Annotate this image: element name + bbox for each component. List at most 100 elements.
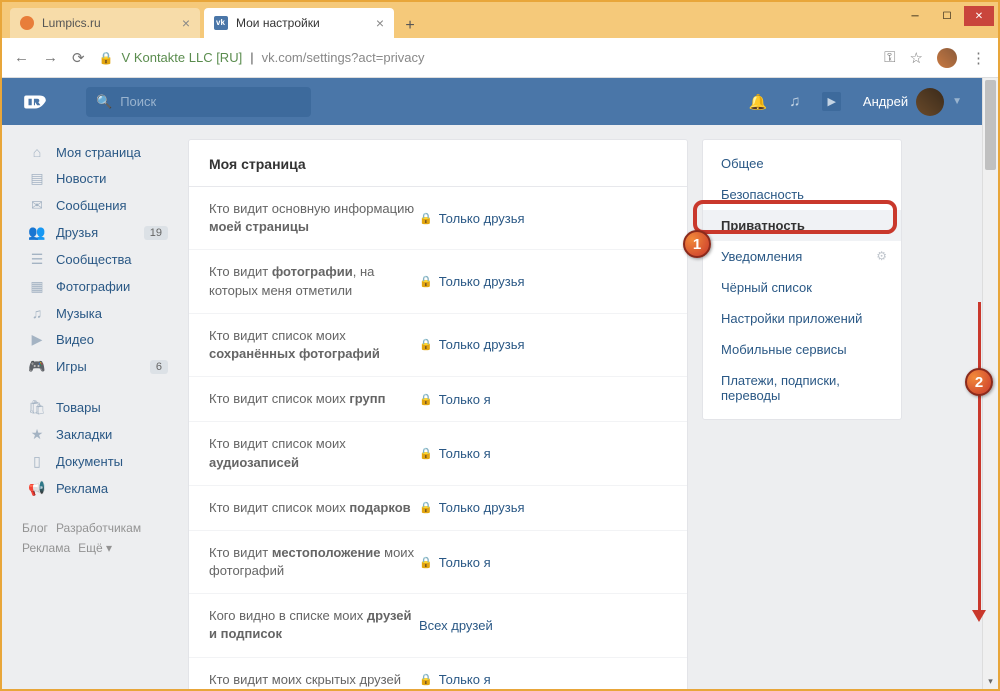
sidebar-item[interactable]: ▶Видео	[22, 326, 174, 353]
settings-nav-item[interactable]: Настройки приложений	[703, 303, 901, 334]
settings-nav-item[interactable]: Общее	[703, 148, 901, 179]
close-tab-icon[interactable]: ×	[376, 15, 384, 31]
lock-icon: 🔒	[419, 556, 433, 569]
notifications-icon[interactable]: 🔔	[749, 93, 768, 111]
setting-value-text: Только я	[439, 446, 491, 461]
vk-logo-icon[interactable]	[22, 90, 58, 114]
setting-row: Кто видит список моих групп🔒Только я	[189, 377, 687, 422]
footer-link[interactable]: Разработчикам	[56, 521, 141, 535]
footer-link[interactable]: Блог	[22, 521, 48, 535]
sidebar-icon: ▶	[28, 331, 46, 348]
sidebar-item[interactable]: ♫ Музыка	[22, 300, 174, 326]
sidebar-icon: 🛍	[28, 399, 46, 416]
setting-value-text: Только я	[439, 672, 491, 687]
settings-nav-label: Платежи, подписки, переводы	[721, 373, 840, 403]
scroll-down-arrow-icon[interactable]: ▾	[983, 676, 998, 687]
setting-label: Кто видит список моих подарков	[209, 499, 419, 517]
browser-tab-vk[interactable]: Мои настройки ×	[204, 8, 394, 38]
sidebar-badge: 19	[144, 226, 168, 240]
sidebar-item[interactable]: ▤Новости	[22, 165, 174, 192]
sidebar-item-label: Закладки	[56, 427, 112, 442]
settings-nav-label: Безопасность	[721, 187, 804, 202]
minimize-button[interactable]: ─	[900, 6, 930, 26]
settings-nav-item[interactable]: Уведомления⚙	[703, 241, 901, 272]
url-field[interactable]: 🔒 V Kontakte LLC [RU] | vk.com/settings?…	[99, 50, 871, 65]
setting-label: Кто видит основную информацию моей стран…	[209, 200, 419, 236]
footer-link[interactable]: Ещё ▾	[78, 541, 112, 555]
favicon-icon	[214, 16, 228, 30]
annotation-arrow-line	[978, 302, 981, 612]
sidebar-icon: ★	[28, 426, 46, 443]
maximize-button[interactable]: ☐	[932, 6, 962, 26]
lock-icon: 🔒	[419, 275, 433, 288]
sidebar-item[interactable]: ★ Закладки	[22, 421, 174, 448]
star-icon[interactable]: ☆	[910, 49, 923, 67]
avatar	[916, 88, 944, 116]
setting-value-text: Только я	[439, 392, 491, 407]
setting-value-dropdown[interactable]: 🔒Только друзья	[419, 200, 525, 236]
sidebar-item-label: Сообщества	[56, 252, 132, 267]
browser-tab-lumpics[interactable]: Lumpics.ru ×	[10, 8, 200, 38]
sidebar-item-label: Документы	[56, 454, 123, 469]
sidebar-item[interactable]: ⌂Моя страница	[22, 139, 174, 165]
setting-value-dropdown[interactable]: 🔒Только я	[419, 390, 491, 408]
settings-nav-item[interactable]: Безопасность	[703, 179, 901, 210]
music-icon[interactable]: ♫	[789, 93, 800, 110]
play-icon[interactable]: ▶	[822, 92, 840, 111]
sidebar-item-label: Реклама	[56, 481, 108, 496]
search-input[interactable]: 🔍 Поиск	[86, 87, 311, 117]
settings-nav-label: Общее	[721, 156, 764, 171]
annotation-marker-2: 2	[965, 368, 993, 396]
user-menu[interactable]: Андрей ▼	[863, 88, 962, 116]
sidebar-item[interactable]: ▯ Документы	[22, 448, 174, 475]
setting-value-dropdown[interactable]: 🔒Только я	[419, 671, 491, 689]
footer-link[interactable]: Реклама	[22, 541, 70, 555]
sidebar-item[interactable]: 👥Друзья19	[22, 219, 174, 246]
lock-icon: 🔒	[99, 51, 114, 65]
content: ⌂Моя страница▤Новости✉Сообщения👥Друзья19…	[2, 125, 982, 689]
sidebar-item[interactable]: 🛍Товары	[22, 394, 174, 421]
tab-title: Lumpics.ru	[42, 16, 101, 30]
vk-header: 🔍 Поиск 🔔 ♫ ▶ Андрей ▼	[2, 78, 982, 125]
menu-icon[interactable]: ⋮	[971, 49, 986, 67]
sidebar-item-label: Игры	[56, 359, 87, 374]
sidebar-item[interactable]: ▦Фотографии	[22, 273, 174, 300]
sidebar-item[interactable]: 🎮Игры6	[22, 353, 174, 380]
setting-value-text: Только друзья	[439, 274, 525, 289]
profile-avatar[interactable]	[937, 48, 957, 68]
window-controls: ─ ☐ ✕	[900, 6, 994, 26]
setting-label: Кто видит фотографии, на которых меня от…	[209, 263, 419, 299]
sidebar-item[interactable]: ☰Сообщества	[22, 246, 174, 273]
scrollbar-thumb[interactable]	[985, 80, 996, 170]
setting-label: Кого видно в списке моих друзей и подпис…	[209, 607, 419, 643]
tab-title: Мои настройки	[236, 16, 320, 30]
sidebar-item[interactable]: ✉Сообщения	[22, 192, 174, 219]
settings-nav-item[interactable]: Платежи, подписки, переводы	[703, 365, 901, 411]
reload-button[interactable]: ⟳	[72, 49, 85, 67]
setting-label: Кто видит моих скрытых друзей	[209, 671, 419, 689]
setting-value-dropdown[interactable]: Всех друзей	[419, 607, 493, 643]
settings-nav-item[interactable]: Мобильные сервисы	[703, 334, 901, 365]
sidebar-item[interactable]: 📢Реклама	[22, 475, 174, 502]
sidebar-icon: ♫	[28, 305, 46, 321]
sidebar-item-label: Музыка	[56, 306, 102, 321]
setting-value-dropdown[interactable]: 🔒Только друзья	[419, 499, 525, 517]
back-button[interactable]: ←	[14, 49, 29, 66]
forward-button[interactable]: →	[43, 49, 58, 66]
setting-value-dropdown[interactable]: 🔒Только друзья	[419, 327, 525, 363]
close-window-button[interactable]: ✕	[964, 6, 994, 26]
address-bar: ← → ⟳ 🔒 V Kontakte LLC [RU] | vk.com/set…	[2, 38, 998, 78]
setting-value-text: Всех друзей	[419, 618, 493, 633]
sidebar-icon: ▯	[28, 453, 46, 470]
setting-value-dropdown[interactable]: 🔒Только я	[419, 544, 491, 580]
favicon-icon	[20, 16, 34, 30]
setting-value-dropdown[interactable]: 🔒Только я	[419, 435, 491, 471]
settings-nav-item[interactable]: Чёрный список	[703, 272, 901, 303]
close-tab-icon[interactable]: ×	[182, 15, 190, 31]
sidebar-footer: Блог Разработчикам Реклама Ещё ▾	[22, 518, 174, 559]
settings-nav-item[interactable]: Приватность	[703, 210, 901, 241]
gear-icon[interactable]: ⚙	[876, 249, 887, 263]
new-tab-button[interactable]: +	[398, 14, 422, 38]
setting-value-dropdown[interactable]: 🔒 Только друзья	[419, 263, 525, 299]
key-icon[interactable]: ⚿	[884, 49, 895, 66]
